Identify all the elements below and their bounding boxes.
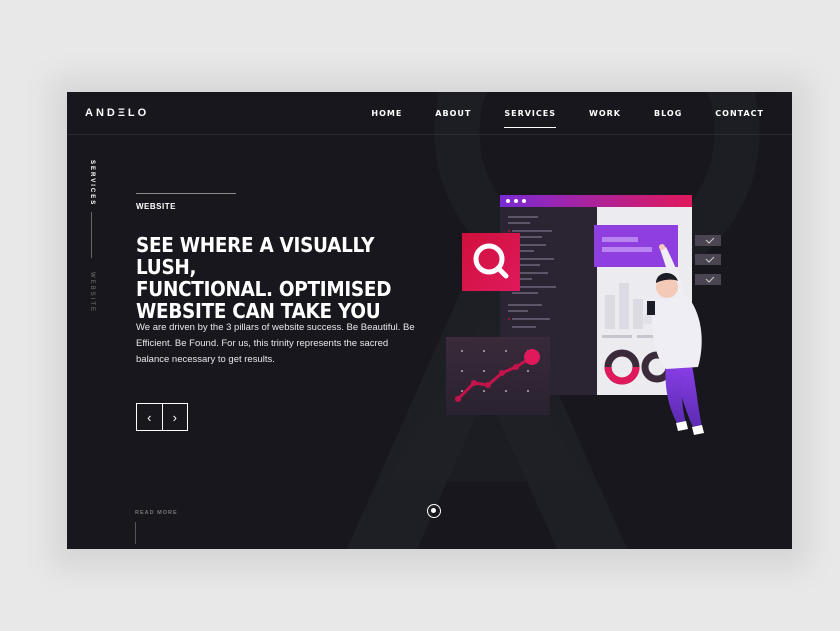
brand-logo[interactable]: ANDΞLO (85, 107, 149, 119)
chevron-left-icon[interactable]: ‹ (137, 404, 163, 430)
header-divider (67, 134, 792, 135)
chevron-right-icon[interactable]: › (163, 404, 188, 430)
read-more-line (135, 522, 136, 544)
nav-blog[interactable]: BLOG (654, 109, 682, 118)
slider-controls: ‹ › (136, 403, 188, 431)
headline-line-2: FUNCTIONAL. OPTIMISED (136, 277, 392, 301)
hero-description: We are driven by the 3 pillars of websit… (136, 322, 415, 365)
website-illustration (446, 195, 721, 435)
website-hero-screen: ANDΞLO HOME ABOUT SERVICES WORK BLOG CON… (67, 92, 792, 549)
checklist (695, 235, 721, 285)
scroll-indicator[interactable] (427, 504, 441, 518)
side-section-label: SERVICES (89, 160, 95, 207)
headline-line-1: SEE WHERE A VISUALLY LUSH, (136, 233, 375, 279)
hero-headline: SEE WHERE A VISUALLY LUSH, FUNCTIONAL. O… (136, 234, 421, 322)
read-more-link[interactable]: READ MORE (135, 510, 178, 516)
search-icon (462, 233, 520, 291)
nav-work[interactable]: WORK (589, 109, 621, 118)
nav-services[interactable]: SERVICES (504, 109, 556, 128)
nav-about[interactable]: ABOUT (435, 109, 471, 118)
nav-home[interactable]: HOME (371, 109, 402, 118)
side-divider (91, 212, 92, 258)
nav-contact[interactable]: CONTACT (715, 109, 764, 118)
side-subsection-label: WEBSITE (89, 272, 95, 314)
eyebrow-divider (136, 193, 236, 194)
growth-chart-panel (446, 337, 550, 415)
main-nav: HOME ABOUT SERVICES WORK BLOG CONTACT (338, 109, 764, 128)
eyebrow-label: WEBSITE (136, 202, 176, 211)
